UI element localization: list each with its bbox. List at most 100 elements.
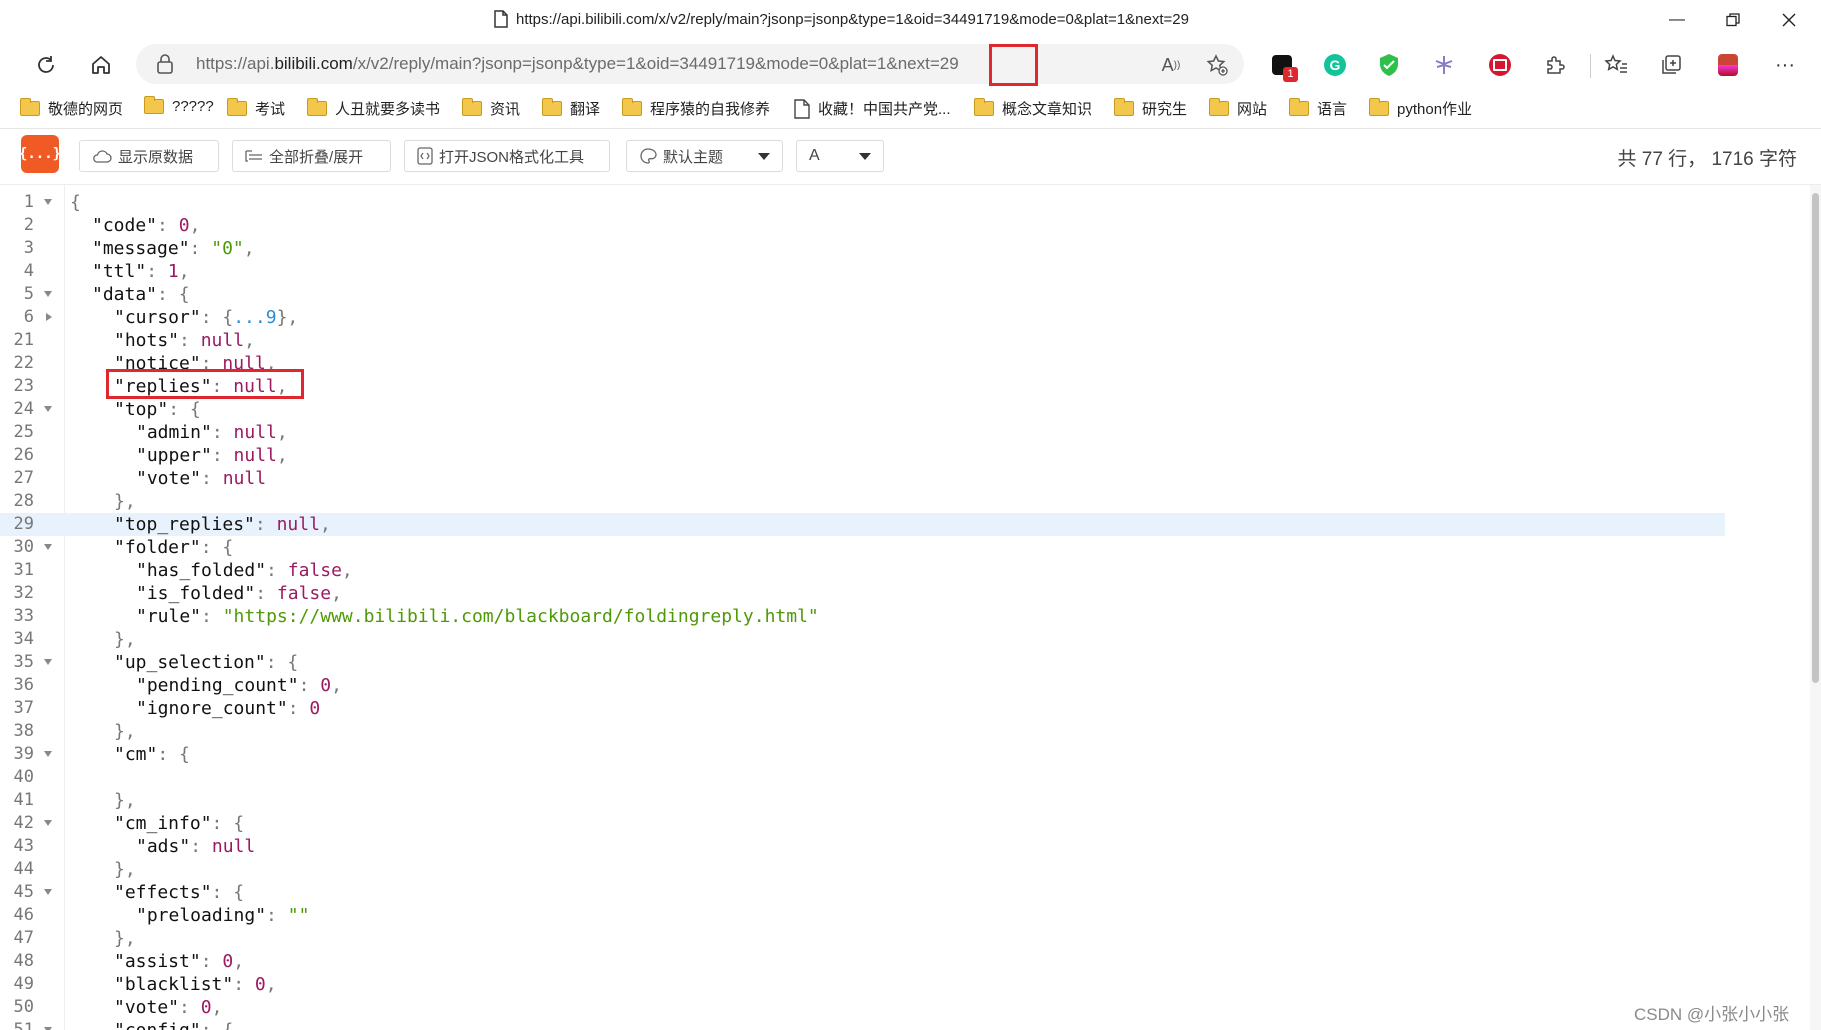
favorites-icon[interactable] (1601, 50, 1631, 80)
code-line[interactable]: 49 "blacklist": 0, (0, 973, 1725, 996)
open-json-tool-button[interactable]: 打开JSON格式化工具 (404, 140, 610, 172)
theme-select[interactable]: 默认主题 (626, 140, 783, 172)
code-line[interactable]: 45 "effects": { (0, 881, 1725, 904)
line-number: 42 (13, 813, 34, 833)
fold-collapse-icon[interactable] (44, 820, 52, 826)
code-line[interactable]: 27 "vote": null (0, 467, 1725, 490)
favorite-item[interactable]: python作业 (1369, 98, 1472, 119)
code-token: : (190, 836, 212, 857)
code-line[interactable]: 39 "cm": { (0, 743, 1725, 766)
fold-collapse-icon[interactable] (44, 406, 52, 412)
code-line[interactable]: 46 "preloading": "" (0, 904, 1725, 927)
fold-all-label: 全部折叠/展开 (269, 148, 364, 166)
code-token: "has_folded" (136, 560, 267, 581)
code-line[interactable]: 2 "code": 0, (0, 214, 1725, 237)
code-line[interactable]: 34}, (0, 628, 1725, 651)
favorite-item[interactable]: 资讯 (462, 98, 520, 119)
code-line[interactable]: 6 "cursor": {...9}, (0, 306, 1725, 329)
code-line[interactable]: 4 "ttl": 1, (0, 260, 1725, 283)
code-line[interactable]: 31 "has_folded": false, (0, 559, 1725, 582)
favorite-item[interactable]: ????? (144, 96, 214, 115)
font-size-select[interactable]: A (796, 140, 884, 172)
favorite-item[interactable]: 研究生 (1114, 98, 1187, 119)
code-line[interactable]: 35 "up_selection": { (0, 651, 1725, 674)
code-line[interactable]: 26 "upper": null, (0, 444, 1725, 467)
code-line[interactable]: 25 "admin": null, (0, 421, 1725, 444)
fold-collapse-icon[interactable] (44, 199, 52, 205)
code-line[interactable]: 28}, (0, 490, 1725, 513)
code-token: "https://www.bilibili.com/blackboard/fol… (222, 606, 819, 627)
code-line[interactable]: 33 "rule": "https://www.bilibili.com/blac… (0, 605, 1725, 628)
grammarly-icon[interactable]: G (1320, 50, 1350, 80)
json-code-viewer[interactable]: 1{2 "code": 0, 3 "message": "0", 4 "ttl": 1, 5… (0, 185, 1810, 1030)
line-number: 40 (13, 767, 34, 787)
code-line[interactable]: 40 (0, 766, 1725, 789)
code-line[interactable]: 5 "data": { (0, 283, 1725, 306)
code-token: : (201, 468, 223, 489)
vertical-scrollbar[interactable] (1810, 185, 1821, 1030)
code-line[interactable]: 24 "top": { (0, 398, 1725, 421)
close-icon[interactable] (1766, 6, 1812, 34)
favorite-item[interactable]: 翻译 (542, 98, 600, 119)
code-line[interactable]: 50 "vote": 0, (0, 996, 1725, 1019)
favorite-item[interactable]: 敬德的网页 (20, 98, 123, 119)
code-line[interactable]: 47}, (0, 927, 1725, 950)
favorite-item[interactable]: 考试 (227, 98, 285, 119)
json-viewer-logo[interactable]: {...} (19, 135, 61, 173)
reader-icon[interactable] (1485, 50, 1515, 80)
fold-all-button[interactable]: 全部折叠/展开 (232, 140, 391, 172)
favorite-item[interactable]: 程序猿的自我修养 (622, 98, 770, 119)
collections-icon[interactable] (1656, 50, 1686, 80)
favorite-item[interactable]: 人丑就要多读书 (307, 98, 440, 119)
favorite-item[interactable]: 概念文章知识 (974, 98, 1092, 119)
show-raw-button[interactable]: 显示原数据 (79, 140, 219, 172)
line-number: 30 (13, 537, 34, 557)
shield-icon[interactable] (1374, 50, 1404, 80)
code-text: }, (114, 720, 136, 743)
code-line[interactable]: 43 "ads": null (0, 835, 1725, 858)
favorite-item[interactable]: 收藏！中国共产党... (794, 98, 951, 119)
fold-expand-icon[interactable] (46, 313, 52, 321)
code-line[interactable]: 1{ (0, 191, 1725, 214)
code-line[interactable]: 21 "hots": null, (0, 329, 1725, 352)
home-icon[interactable] (83, 48, 119, 82)
code-line[interactable]: 32 "is_folded": false, (0, 582, 1725, 605)
fold-collapse-icon[interactable] (44, 291, 52, 297)
code-token: "hots" (114, 330, 180, 351)
fold-collapse-icon[interactable] (44, 751, 52, 757)
code-line[interactable]: 29 "top_replies": null, (0, 513, 1725, 536)
code-line[interactable]: 38}, (0, 720, 1725, 743)
code-line[interactable]: 37 "ignore_count": 0 (0, 697, 1725, 720)
fold-collapse-icon[interactable] (44, 659, 52, 665)
read-aloud-icon[interactable]: A)) (1158, 52, 1184, 78)
favorite-item[interactable]: 网站 (1209, 98, 1267, 119)
code-text: "config": { (114, 1019, 233, 1030)
address-bar[interactable]: https://api.bilibili.com/x/v2/reply/main… (136, 44, 1244, 84)
add-favorite-icon[interactable] (1204, 52, 1230, 78)
favorites-bar: 敬德的网页 ????? 考试 人丑就要多读书 资讯 翻译 程序猿的自我修养 收藏… (0, 90, 1821, 129)
scrollbar-thumb[interactable] (1812, 193, 1819, 683)
code-line[interactable]: 30 "folder": { (0, 536, 1725, 559)
code-line[interactable]: 51 "config": { (0, 1019, 1725, 1030)
dragonfly-icon[interactable] (1429, 50, 1459, 80)
minimize-icon[interactable]: — (1654, 6, 1700, 34)
fold-collapse-icon[interactable] (44, 889, 52, 895)
code-line[interactable]: 41}, (0, 789, 1725, 812)
folder-icon (1209, 98, 1229, 116)
fold-collapse-icon[interactable] (44, 544, 52, 550)
code-line[interactable]: 48 "assist": 0, (0, 950, 1725, 973)
code-line[interactable]: 36 "pending_count": 0, (0, 674, 1725, 697)
lock-icon[interactable] (156, 54, 174, 79)
restore-icon[interactable] (1710, 6, 1756, 34)
more-menu-icon[interactable]: ··· (1770, 50, 1800, 80)
favorite-item[interactable]: 语言 (1289, 98, 1347, 119)
extension-icon[interactable]: 1 (1267, 50, 1298, 82)
code-line[interactable]: 3 "message": "0", (0, 237, 1725, 260)
code-token: , (341, 560, 353, 581)
code-line[interactable]: 44}, (0, 858, 1725, 881)
code-line[interactable]: 42 "cm_info": { (0, 812, 1725, 835)
extensions-puzzle-icon[interactable] (1540, 50, 1570, 80)
url-text[interactable]: https://api.bilibili.com/x/v2/reply/main… (196, 54, 959, 74)
profile-avatar-icon[interactable] (1713, 50, 1743, 80)
refresh-icon[interactable] (28, 48, 64, 82)
